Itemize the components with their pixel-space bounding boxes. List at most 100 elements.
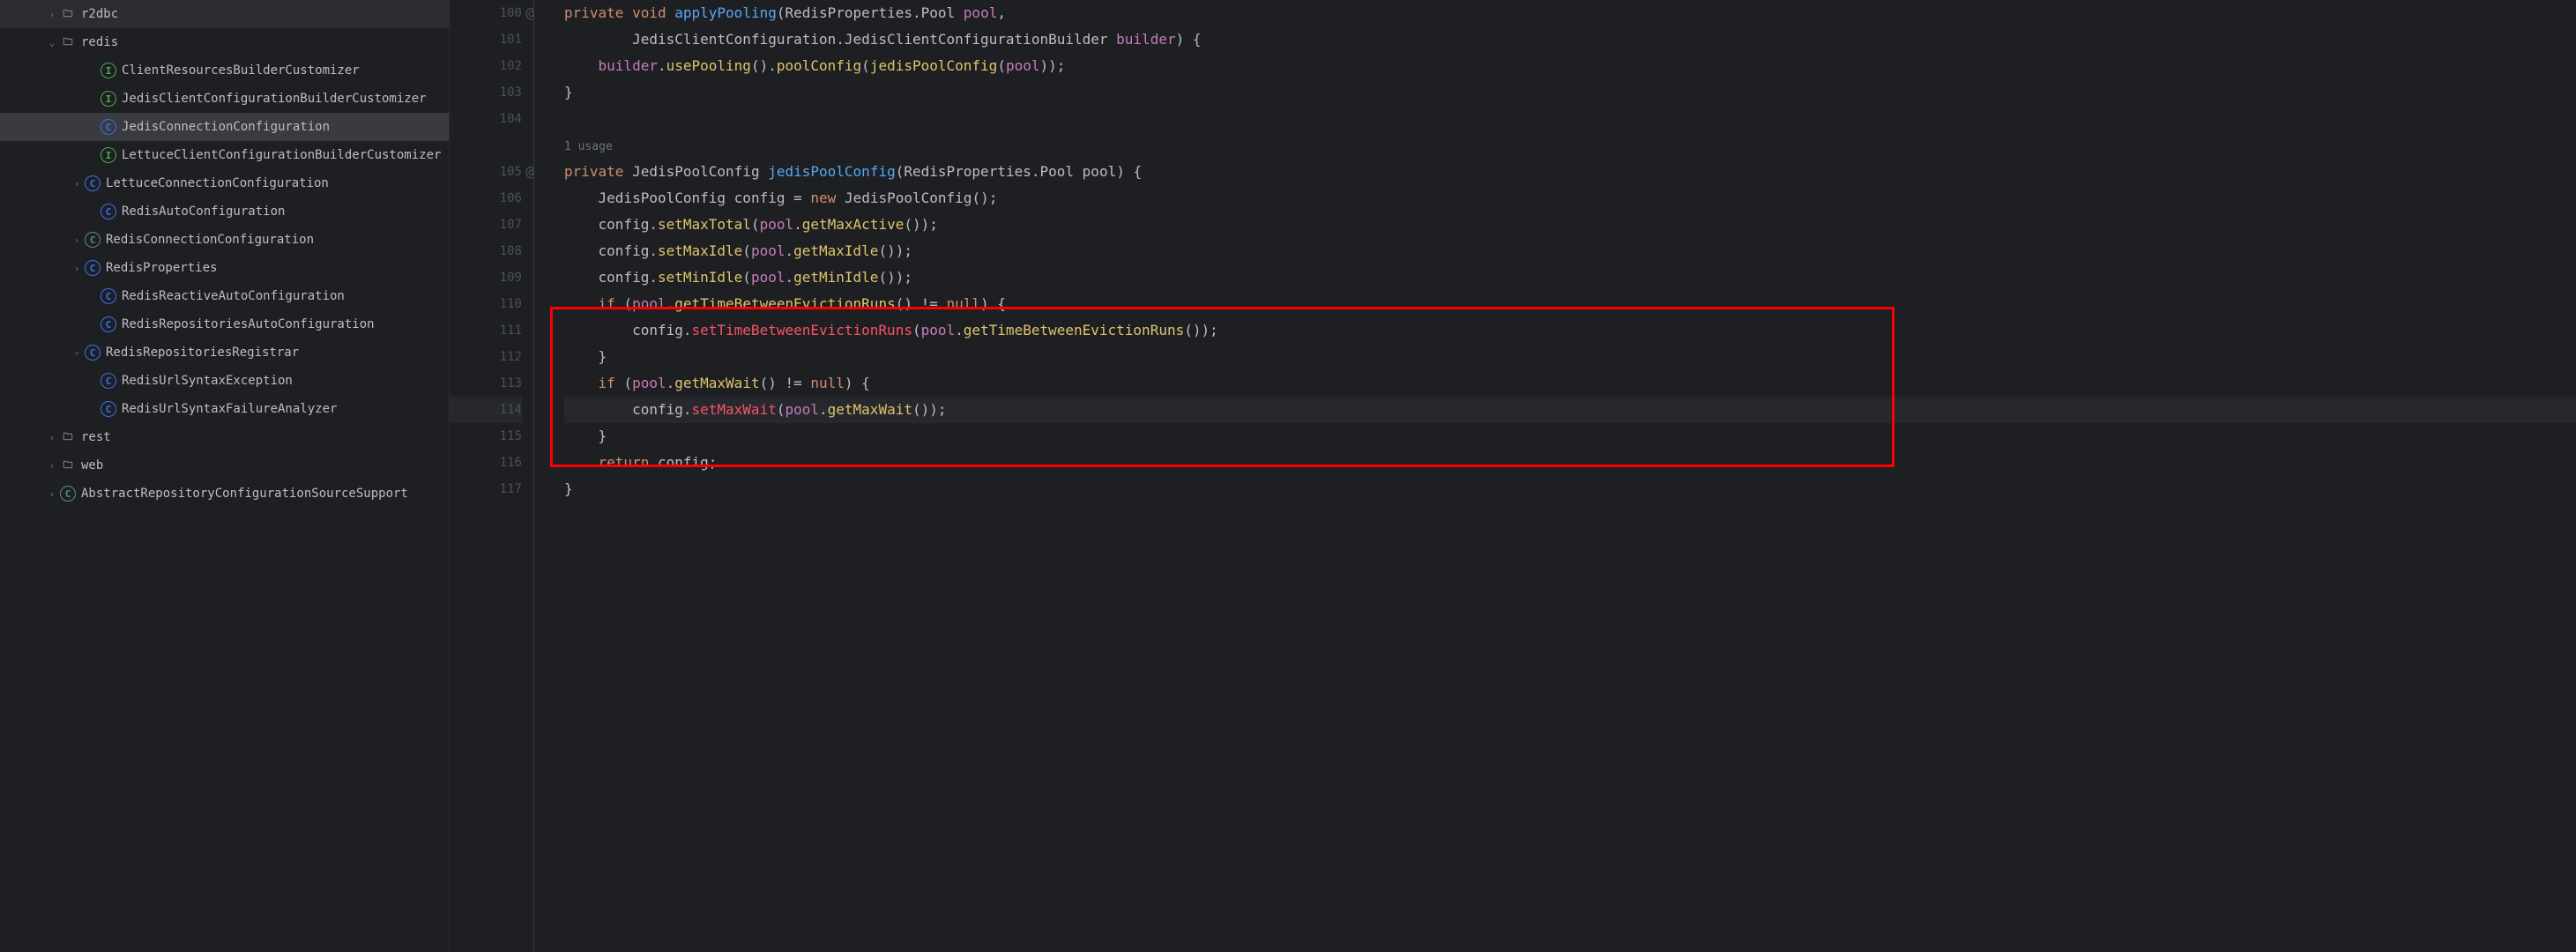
line-number[interactable]: 117 — [450, 476, 522, 502]
tree-item[interactable]: CRedisUrlSyntaxFailureAnalyzer — [0, 395, 449, 423]
tree-item[interactable]: C RedisAutoConfiguration — [0, 197, 449, 226]
code-line: private JedisPoolConfig jedisPoolConfig(… — [564, 159, 2576, 185]
code-line: } — [564, 344, 2576, 370]
line-number[interactable]: 112 — [450, 344, 522, 370]
line-number[interactable]: 110 — [450, 291, 522, 317]
code-line: config.setMinIdle(pool.getMinIdle()); — [564, 264, 2576, 291]
code-editor[interactable]: 100@101102103104105@10610710810911011111… — [450, 0, 2576, 952]
line-number[interactable]: 107 — [450, 212, 522, 238]
tree-item-label: r2dbc — [81, 7, 118, 21]
chevron-right-icon[interactable]: › — [69, 263, 85, 274]
class-icon: C — [101, 119, 116, 135]
line-number[interactable]: 116 — [450, 450, 522, 476]
chevron-down-icon[interactable]: ⌄ — [44, 37, 60, 48]
chevron-right-icon[interactable]: › — [69, 178, 85, 190]
tree-item[interactable]: ›C AbstractRepositoryConfigurationSourceS… — [0, 480, 449, 508]
code-line: config.setMaxTotal(pool.getMaxActive()); — [564, 212, 2576, 238]
tree-item-label: RedisProperties — [106, 261, 217, 275]
code-line: config.setMaxIdle(pool.getMaxIdle()); — [564, 238, 2576, 264]
gutter-annotation-icon[interactable]: @ — [525, 0, 534, 26]
tree-item[interactable]: I JedisClientConfigurationBuilderCustomiz… — [0, 85, 449, 113]
tree-item[interactable]: C RedisRepositoriesAutoConfiguration — [0, 310, 449, 338]
chevron-right-icon[interactable]: › — [44, 460, 60, 472]
chevron-right-icon[interactable]: › — [44, 488, 60, 500]
code-line — [564, 106, 2576, 132]
code-line: JedisClientConfiguration.JedisClientConf… — [564, 26, 2576, 53]
class-icon: C — [85, 175, 101, 191]
tree-item-label: LettuceClientConfigurationBuilderCustomi… — [122, 148, 441, 162]
line-number[interactable]: 113 — [450, 370, 522, 397]
line-number[interactable]: 114 — [450, 397, 522, 423]
class-icon: C — [101, 401, 116, 417]
line-number[interactable]: 111 — [450, 317, 522, 344]
tree-item-label: rest — [81, 430, 111, 444]
line-number[interactable]: 101 — [450, 26, 522, 53]
tree-item[interactable]: ›🗀 rest — [0, 423, 449, 451]
tree-item-label: JedisClientConfigurationBuilderCustomize… — [122, 92, 427, 106]
line-number[interactable]: 105@ — [450, 159, 522, 185]
folder-icon: 🗀 — [60, 34, 76, 50]
code-line: config.setTimeBetweenEvictionRuns(pool.g… — [564, 317, 2576, 344]
tree-item[interactable]: ›C RedisProperties — [0, 254, 449, 282]
folder-icon: 🗀 — [60, 6, 76, 22]
tree-item-label: AbstractRepositoryConfigurationSourceSup… — [81, 487, 408, 501]
line-number[interactable]: 115 — [450, 423, 522, 450]
line-number[interactable]: 103 — [450, 79, 522, 106]
tree-item-label: RedisAutoConfiguration — [122, 205, 285, 219]
class-icon: C — [101, 316, 116, 332]
code-line: if (pool.getTimeBetweenEvictionRuns() !=… — [564, 291, 2576, 317]
line-number[interactable]: 102 — [450, 53, 522, 79]
interface-icon: I — [101, 91, 116, 107]
folder-icon: 🗀 — [60, 457, 76, 473]
code-line: builder.usePooling().poolConfig(jedisPoo… — [564, 53, 2576, 79]
tree-item[interactable]: C RedisUrlSyntaxException — [0, 367, 449, 395]
tree-item[interactable]: ›🗀 web — [0, 451, 449, 480]
tree-item-label: RedisRepositoriesAutoConfiguration — [122, 317, 375, 331]
tree-item[interactable]: ›CLettuceConnectionConfiguration — [0, 169, 449, 197]
class-icon: C — [101, 373, 116, 389]
tree-item[interactable]: CRedisReactiveAutoConfiguration — [0, 282, 449, 310]
interface-icon: I — [101, 63, 116, 78]
code-line: return config; — [564, 450, 2576, 476]
chevron-right-icon[interactable]: › — [44, 432, 60, 443]
chevron-right-icon[interactable]: › — [44, 9, 60, 20]
chevron-right-icon[interactable]: › — [69, 347, 85, 359]
line-gutter: 100@101102103104105@10610710810911011111… — [450, 0, 538, 952]
tree-item[interactable]: ›🗀 r2dbc — [0, 0, 449, 28]
class-icon: C — [85, 345, 101, 361]
tree-item[interactable]: ›C RedisConnectionConfiguration — [0, 226, 449, 254]
tree-item[interactable]: I ClientResourcesBuilderCustomizer — [0, 56, 449, 85]
code-area[interactable]: private void applyPooling(RedisPropertie… — [538, 0, 2576, 952]
line-number[interactable]: 106 — [450, 185, 522, 212]
chevron-right-icon[interactable]: › — [69, 234, 85, 246]
line-number[interactable]: 108 — [450, 238, 522, 264]
project-tree[interactable]: ›🗀r2dbc⌄🗀redisIClientResourcesBuilderCus… — [0, 0, 450, 952]
usage-hint[interactable]: 1 usage — [564, 132, 2576, 159]
tree-item[interactable]: C JedisConnectionConfiguration — [0, 113, 449, 141]
interface-icon: I — [101, 147, 116, 163]
line-number[interactable]: 104 — [450, 106, 522, 132]
tree-item-label: JedisConnectionConfiguration — [122, 120, 330, 134]
tree-item-label: RedisRepositoriesRegistrar — [106, 346, 299, 360]
tree-item-label: RedisReactiveAutoConfiguration — [122, 289, 345, 303]
tree-item-label: redis — [81, 35, 118, 49]
class-icon: C — [101, 204, 116, 219]
code-line: JedisPoolConfig config = new JedisPoolCo… — [564, 185, 2576, 212]
class-icon: C — [85, 232, 101, 248]
gutter-annotation-icon[interactable]: @ — [525, 159, 534, 185]
code-line: if (pool.getMaxWait() != null) { — [564, 370, 2576, 397]
line-number[interactable] — [450, 132, 522, 159]
tree-item-label: ClientResourcesBuilderCustomizer — [122, 63, 360, 78]
tree-item-label: RedisUrlSyntaxException — [122, 374, 293, 388]
line-number[interactable]: 109 — [450, 264, 522, 291]
tree-item-label: RedisConnectionConfiguration — [106, 233, 314, 247]
code-line: config.setMaxWait(pool.getMaxWait()); — [564, 397, 2576, 423]
line-number[interactable]: 100@ — [450, 0, 522, 26]
tree-item[interactable]: ›C RedisRepositoriesRegistrar — [0, 338, 449, 367]
class-icon: C — [60, 486, 76, 502]
tree-item-label: web — [81, 458, 103, 472]
tree-item[interactable]: ⌄🗀 redis — [0, 28, 449, 56]
tree-item[interactable]: I LettuceClientConfigurationBuilderCustom… — [0, 141, 449, 169]
folder-icon: 🗀 — [60, 429, 76, 445]
class-icon: C — [85, 260, 101, 276]
